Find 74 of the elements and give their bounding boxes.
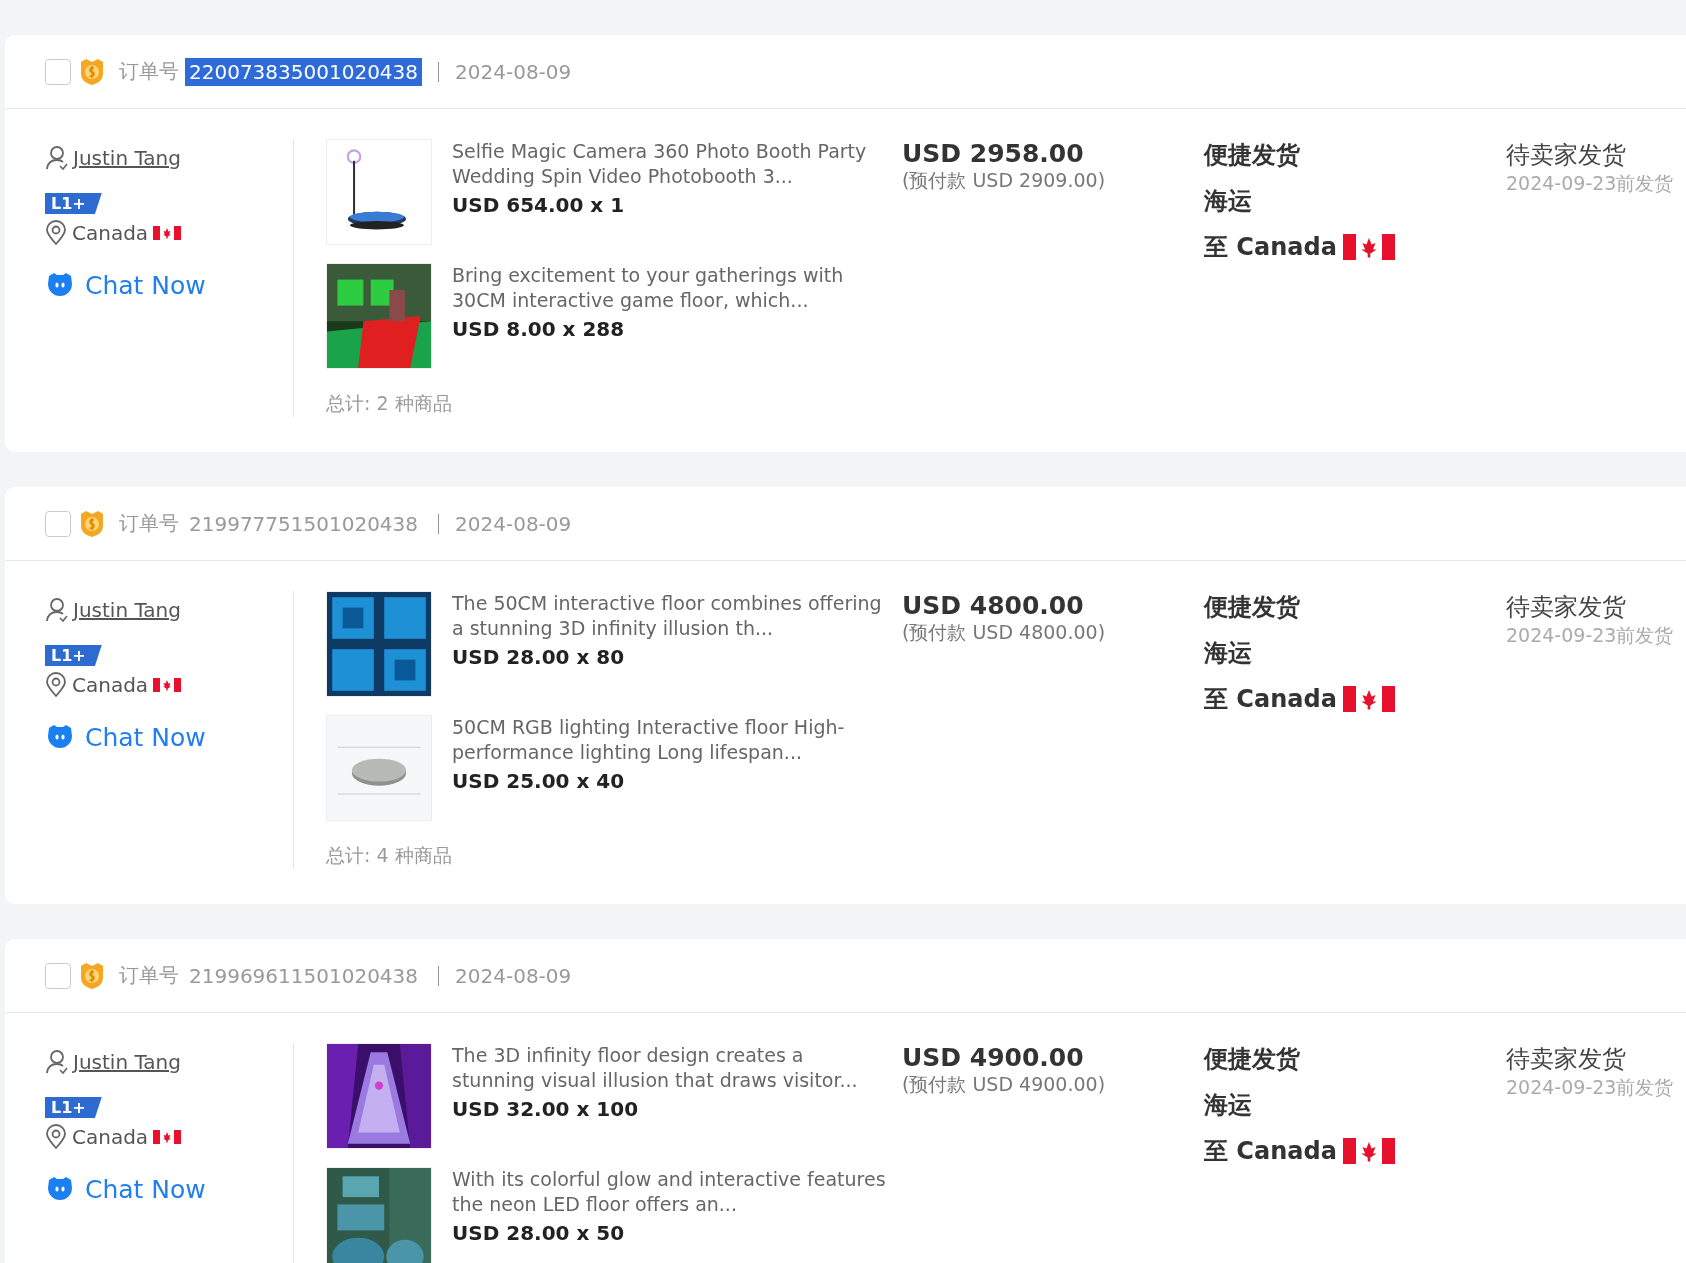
country-name: Canada — [72, 1125, 149, 1149]
order-amount: USD 4900.00 — [902, 1043, 1084, 1072]
user-icon — [45, 597, 69, 623]
order-status: 待卖家发货 — [1506, 140, 1626, 171]
checkbox[interactable] — [45, 962, 71, 989]
chat-now-button[interactable]: Chat Now — [45, 1174, 206, 1204]
checkbox[interactable] — [45, 510, 71, 537]
shield-coin-icon — [79, 57, 105, 86]
location-pin-icon — [45, 220, 67, 246]
prepaid-amount: (预付款 USD 2909.00) — [902, 168, 1106, 193]
level-badge: L1+ — [45, 193, 102, 214]
level-badge: L1+ — [45, 645, 102, 666]
location-pin-icon — [45, 672, 67, 698]
prepaid-amount: (预付款 USD 4800.00) — [902, 620, 1106, 645]
shield-coin-icon — [79, 509, 105, 538]
order-amount: USD 2958.00 — [902, 139, 1084, 168]
product-title[interactable]: The 3D infinity floor design creates a stunning visual illusion that draws visitor... — [452, 1043, 892, 1093]
country-name: Canada — [72, 221, 149, 245]
ship-deadline: 2024-09-23前发货 — [1506, 1075, 1674, 1100]
canada-flag-icon — [1342, 1138, 1395, 1164]
user-icon — [45, 145, 69, 171]
item-total: 总计: 2 种商品 — [326, 391, 453, 416]
buyer-link[interactable]: Justin Tang — [73, 146, 181, 170]
buyer-link[interactable]: Justin Tang — [73, 598, 181, 622]
order-amount: USD 4800.00 — [902, 591, 1084, 620]
unit-price: USD 25.00 x 40 — [452, 769, 626, 793]
level-badge: L1+ — [45, 1097, 102, 1118]
order-number-label: 订单号 — [119, 58, 179, 85]
product-title[interactable]: With its colorful glow and interactive features the neon LED floor offers an... — [452, 1167, 892, 1217]
canada-flag-icon — [153, 678, 182, 692]
destination: 至 Canada — [1204, 232, 1337, 263]
order-status: 待卖家发货 — [1506, 1044, 1626, 1075]
country-name: Canada — [72, 673, 149, 697]
unit-price: USD 8.00 x 288 — [452, 317, 626, 341]
canada-flag-icon — [153, 1130, 182, 1144]
chat-now-button[interactable]: Chat Now — [45, 270, 206, 300]
order-number: 220073835001020438 — [185, 57, 423, 86]
ship-deadline: 2024-09-23前发货 — [1506, 623, 1674, 648]
user-icon — [45, 1049, 69, 1075]
order-date: 2024-08-09 — [455, 963, 572, 988]
order-number: 219977751501020438 — [188, 510, 420, 538]
shipping-method: 海运 — [1204, 638, 1252, 669]
product-title[interactable]: Selfie Magic Camera 360 Photo Booth Party Wedding Spin Video Photobooth 3... — [452, 139, 892, 189]
product-title[interactable]: 50CM RGB lighting Interactive floor High-performance lighting Long lifespan... — [452, 715, 892, 765]
shipping-method: 海运 — [1204, 1090, 1252, 1121]
order-date: 2024-08-09 — [455, 511, 572, 536]
destination: 至 Canada — [1204, 684, 1337, 715]
unit-price: USD 28.00 x 50 — [452, 1221, 626, 1245]
canada-flag-icon — [1342, 686, 1395, 712]
ship-deadline: 2024-09-23前发货 — [1506, 171, 1674, 196]
destination: 至 Canada — [1204, 1136, 1337, 1167]
location-pin-icon — [45, 1124, 67, 1150]
product-title[interactable]: Bring excitement to your gatherings with 30CM interactive game floor, which... — [452, 263, 892, 313]
shipping-type: 便捷发货 — [1204, 592, 1300, 623]
item-total: 总计: 4 种商品 — [326, 843, 453, 868]
checkbox[interactable] — [45, 58, 71, 85]
buyer-link[interactable]: Justin Tang — [73, 1050, 181, 1074]
chat-now-button[interactable]: Chat Now — [45, 722, 206, 752]
unit-price: USD 32.00 x 100 — [452, 1097, 640, 1121]
prepaid-amount: (预付款 USD 4900.00) — [902, 1072, 1106, 1097]
unit-price: USD 28.00 x 80 — [452, 645, 626, 669]
shipping-type: 便捷发货 — [1204, 1044, 1300, 1075]
shield-coin-icon — [79, 961, 105, 990]
order-date: 2024-08-09 — [455, 59, 572, 84]
order-number-label: 订单号 — [119, 510, 179, 537]
order-number: 219969611501020438 — [188, 962, 420, 990]
shipping-type: 便捷发货 — [1204, 140, 1300, 171]
canada-flag-icon — [1342, 234, 1395, 260]
order-number-label: 订单号 — [119, 962, 179, 989]
shipping-method: 海运 — [1204, 186, 1252, 217]
unit-price: USD 654.00 x 1 — [452, 193, 626, 217]
order-status: 待卖家发货 — [1506, 592, 1626, 623]
canada-flag-icon — [153, 226, 182, 240]
product-title[interactable]: The 50CM interactive floor combines offering a stunning 3D infinity illusion th... — [452, 591, 892, 641]
